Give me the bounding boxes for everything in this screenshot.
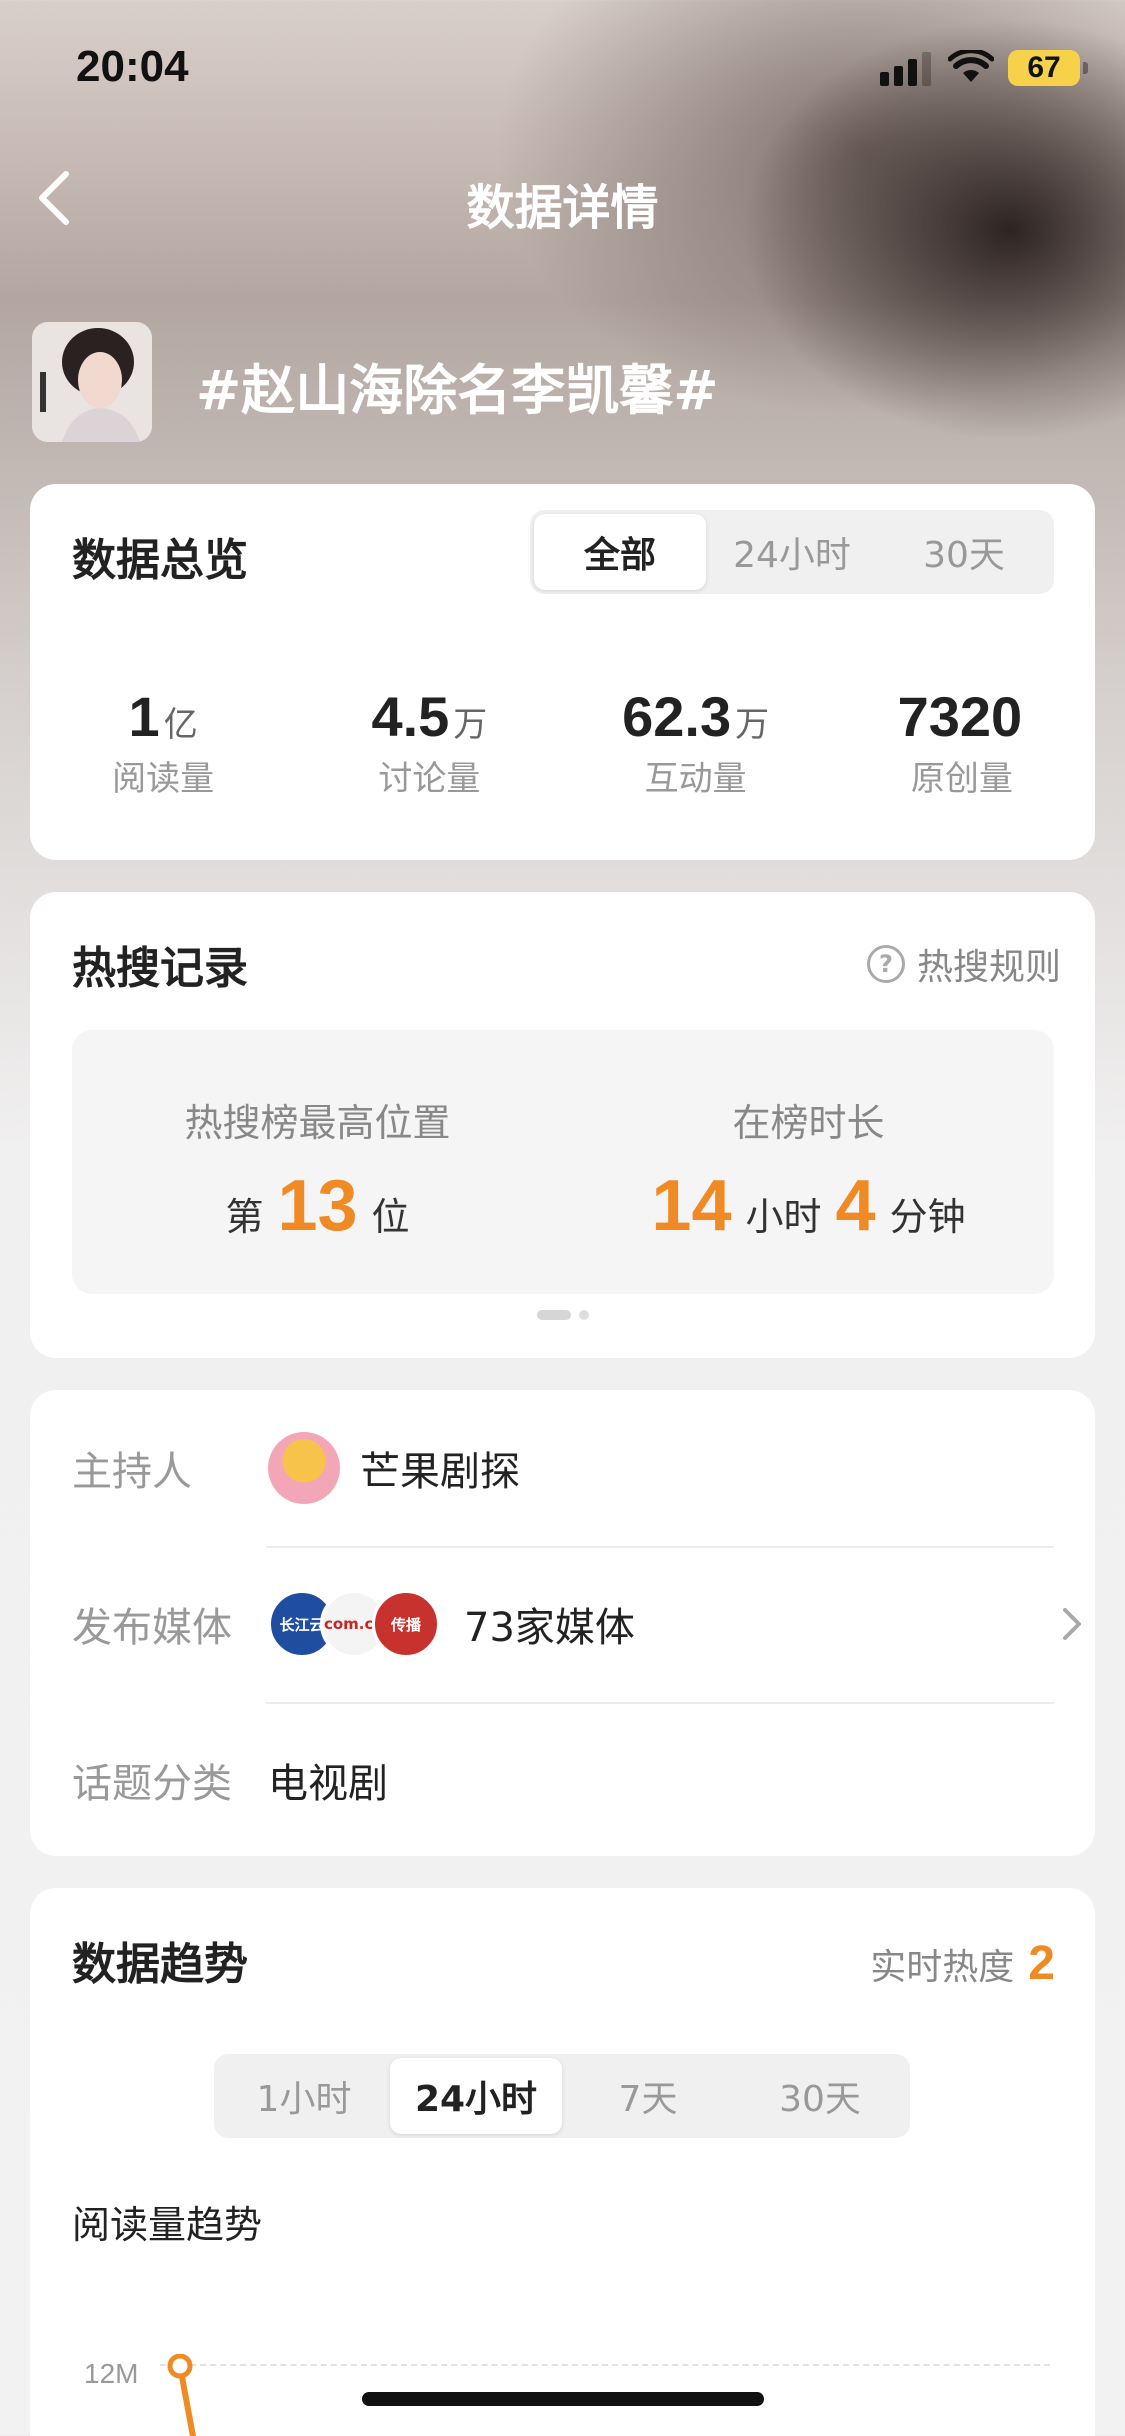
- battery-indicator: 67: [1008, 50, 1088, 86]
- hot-search-summary: 热搜榜最高位置 第 13 位 在榜时长 14 小时 4 分钟: [72, 1030, 1054, 1294]
- stat-interactions: 62.3 万 互动量: [563, 684, 829, 800]
- hours-value: 14: [651, 1166, 732, 1246]
- tab-all[interactable]: 全部: [534, 514, 706, 590]
- minutes-value: 4: [835, 1166, 876, 1246]
- media-value: 73家媒体: [464, 1605, 635, 1651]
- stat-unit: 万: [735, 705, 770, 745]
- peak-value: 13: [277, 1166, 358, 1246]
- trend-title: 数据趋势: [72, 1939, 248, 1990]
- overview-stats: 1亿 阅读量 4.5 万 讨论量 62.3 万 互动量 7320 原创量: [30, 684, 1095, 800]
- minutes-unit: 分钟: [889, 1195, 966, 1239]
- tab-24h[interactable]: 24小时: [390, 2058, 562, 2134]
- stat-reads: 1亿 阅读量: [30, 684, 296, 800]
- topic-cover-image: [32, 322, 152, 442]
- cellular-signal-icon: [880, 52, 931, 86]
- stat-unit: 万: [453, 705, 488, 745]
- media-row[interactable]: 发布媒体 长江云 com.cn 传播 73家媒体: [72, 1546, 1084, 1702]
- overview-time-tabs: 全部 24小时 30天: [530, 510, 1054, 594]
- hot-search-title: 热搜记录: [72, 943, 248, 994]
- stat-value: 7320: [897, 685, 1023, 748]
- pager-dots: [30, 1310, 1095, 1320]
- peak-suffix: 位: [371, 1195, 410, 1239]
- realtime-value: 2: [1028, 1937, 1055, 1990]
- host-key: 主持人: [72, 1449, 192, 1495]
- hot-search-rules-label: 热搜规则: [916, 947, 1061, 988]
- stat-discussions: 4.5 万 讨论量: [296, 684, 562, 800]
- media-logo-3: 传播: [372, 1590, 440, 1658]
- host-avatar: [268, 1432, 340, 1504]
- hours-unit: 小时: [745, 1195, 822, 1239]
- trend-time-tabs: 1小时 24小时 7天 30天: [214, 2054, 910, 2138]
- stat-value: 62.3: [622, 685, 732, 748]
- status-bar: 20:04 67: [0, 0, 1125, 130]
- topic-title: #赵山海除名李凯馨#: [196, 359, 719, 422]
- stat-label: 讨论量: [378, 759, 481, 799]
- host-name: 芒果剧探: [360, 1449, 520, 1495]
- stat-unit: 亿: [163, 705, 198, 745]
- page-title: 数据详情: [466, 180, 659, 236]
- chevron-right-icon: [1063, 1608, 1081, 1640]
- realtime-heat: 实时热度 2: [870, 1936, 1055, 1991]
- peak-position: 热搜榜最高位置 第 13 位: [72, 1030, 563, 1294]
- stat-value: 1: [128, 685, 160, 748]
- duration-label: 在榜时长: [732, 1101, 885, 1145]
- peak-prefix: 第: [225, 1195, 264, 1239]
- category-key: 话题分类: [72, 1761, 232, 1807]
- status-time: 20:04: [76, 42, 189, 91]
- stat-label: 阅读量: [112, 759, 215, 799]
- stat-value: 4.5: [371, 685, 450, 748]
- trend-point: [167, 2354, 193, 2379]
- media-key: 发布媒体: [72, 1605, 232, 1651]
- reads-trend-line: [167, 2354, 197, 2436]
- tab-24h[interactable]: 24小时: [706, 514, 878, 590]
- trend-card: 数据趋势 实时热度 2 1小时 24小时 7天 30天 阅读量趋势 12M: [30, 1888, 1095, 2436]
- stat-originals: 7320 原创量: [829, 684, 1095, 800]
- media-logos: 长江云 com.cn 传播: [268, 1590, 440, 1658]
- hot-search-card: 热搜记录 ? 热搜规则 热搜榜最高位置 第 13 位 在榜时长 14 小时 4 …: [30, 892, 1095, 1358]
- peak-label: 热搜榜最高位置: [184, 1101, 451, 1145]
- tab-1h[interactable]: 1小时: [218, 2058, 390, 2134]
- realtime-label: 实时热度: [870, 1947, 1015, 1988]
- y-axis-tick: 12M: [84, 2358, 139, 2389]
- overview-title: 数据总览: [72, 535, 248, 586]
- category-row: 话题分类 电视剧: [72, 1702, 1084, 1858]
- question-icon: ?: [866, 945, 905, 983]
- reads-trend-label: 阅读量趋势: [72, 2203, 263, 2247]
- topic-info-card: 主持人 芒果剧探 发布媒体 长江云 com.cn 传播 73家媒体 话题分类 电…: [30, 1390, 1095, 1856]
- hot-search-rules-link[interactable]: ? 热搜规则: [866, 938, 1061, 990]
- stat-label: 互动量: [644, 759, 747, 799]
- on-list-duration: 在榜时长 14 小时 4 分钟: [563, 1030, 1054, 1294]
- overview-card: 数据总览 全部 24小时 30天 1亿 阅读量 4.5 万 讨论量 62.3 万 互…: [30, 484, 1095, 860]
- home-indicator: [362, 2392, 764, 2406]
- tab-30d[interactable]: 30天: [734, 2058, 906, 2134]
- tab-30d[interactable]: 30天: [878, 514, 1050, 590]
- stat-label: 原创量: [910, 759, 1013, 799]
- wifi-icon: [948, 50, 994, 82]
- category-value: 电视剧: [268, 1761, 388, 1807]
- tab-7d[interactable]: 7天: [562, 2058, 734, 2134]
- host-row[interactable]: 主持人 芒果剧探: [72, 1390, 1084, 1546]
